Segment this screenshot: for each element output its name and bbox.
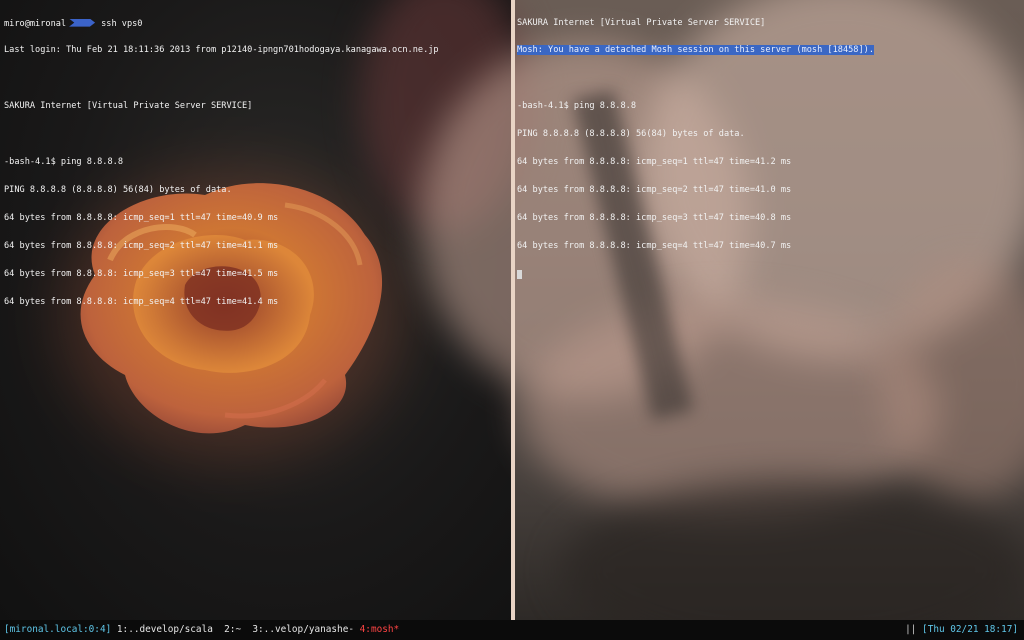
mosh-notice: Mosh: You have a detached Mosh session o… — [517, 45, 874, 56]
cursor-line — [517, 269, 1021, 279]
output-line: 64 bytes from 8.8.8.8: icmp_seq=2 ttl=47… — [517, 184, 792, 195]
output-line: 64 bytes from 8.8.8.8: icmp_seq=1 ttl=47… — [4, 212, 279, 223]
prompt-user: miro@mironal — [4, 18, 67, 29]
right-terminal-pane[interactable]: SAKURA Internet [Virtual Private Server … — [517, 0, 1021, 618]
output-line: Last login: Thu Feb 21 18:11:36 2013 fro… — [4, 45, 439, 56]
output-line: 64 bytes from 8.8.8.8: icmp_seq=3 ttl=47… — [4, 268, 279, 279]
output-line: SAKURA Internet [Virtual Private Server … — [517, 17, 766, 28]
prompt-command: ssh vps0 — [101, 18, 143, 29]
prompt-line: miro@mironal ssh vps0 — [4, 18, 510, 29]
output-line: 64 bytes from 8.8.8.8: icmp_seq=1 ttl=47… — [517, 157, 792, 168]
output-line: 64 bytes from 8.8.8.8: icmp_seq=2 ttl=47… — [4, 240, 279, 251]
output-line: 64 bytes from 8.8.8.8: icmp_seq=3 ttl=47… — [517, 212, 792, 223]
prompt-arrow-icon — [69, 18, 96, 27]
output-line: PING 8.8.8.8 (8.8.8.8) 56(84) bytes of d… — [4, 184, 232, 195]
output-line: 64 bytes from 8.8.8.8: icmp_seq=4 ttl=47… — [4, 296, 279, 307]
output-line: PING 8.8.8.8 (8.8.8.8) 56(84) bytes of d… — [517, 129, 745, 140]
session-name: [mironal.local:0:4] — [4, 624, 112, 635]
status-separator: || — [905, 624, 917, 635]
pane-divider[interactable] — [511, 0, 515, 622]
output-line: 64 bytes from 8.8.8.8: icmp_seq=4 ttl=47… — [517, 240, 792, 251]
output-line: -bash-4.1$ ping 8.8.8.8 — [4, 157, 123, 168]
window-tab-2[interactable]: 2:~ — [224, 624, 241, 635]
status-clock: [Thu 02/21 18:17] — [922, 624, 1018, 635]
mosh-notice-line: Mosh: You have a detached Mosh session o… — [517, 45, 1021, 56]
window-tab-3[interactable]: 3:..velop/yanashe- — [252, 624, 354, 635]
window-tab-4-active[interactable]: 4:mosh* — [360, 624, 400, 635]
output-line: -bash-4.1$ ping 8.8.8.8 — [517, 101, 636, 112]
tmux-status-bar: [mironal.local:0:4] 1:..develop/scala 2:… — [0, 620, 1024, 640]
status-right: || [Thu 02/21 18:17] — [905, 620, 1018, 640]
status-left: [mironal.local:0:4] 1:..develop/scala 2:… — [4, 620, 399, 640]
left-terminal-pane[interactable]: miro@mironal ssh vps0 Last login: Thu Feb… — [4, 0, 510, 618]
terminal-window: miro@mironal ssh vps0 Last login: Thu Feb… — [0, 0, 1024, 640]
window-tab-1[interactable]: 1:..develop/scala — [117, 624, 213, 635]
terminal-cursor — [517, 269, 522, 279]
output-line: SAKURA Internet [Virtual Private Server … — [4, 101, 253, 112]
